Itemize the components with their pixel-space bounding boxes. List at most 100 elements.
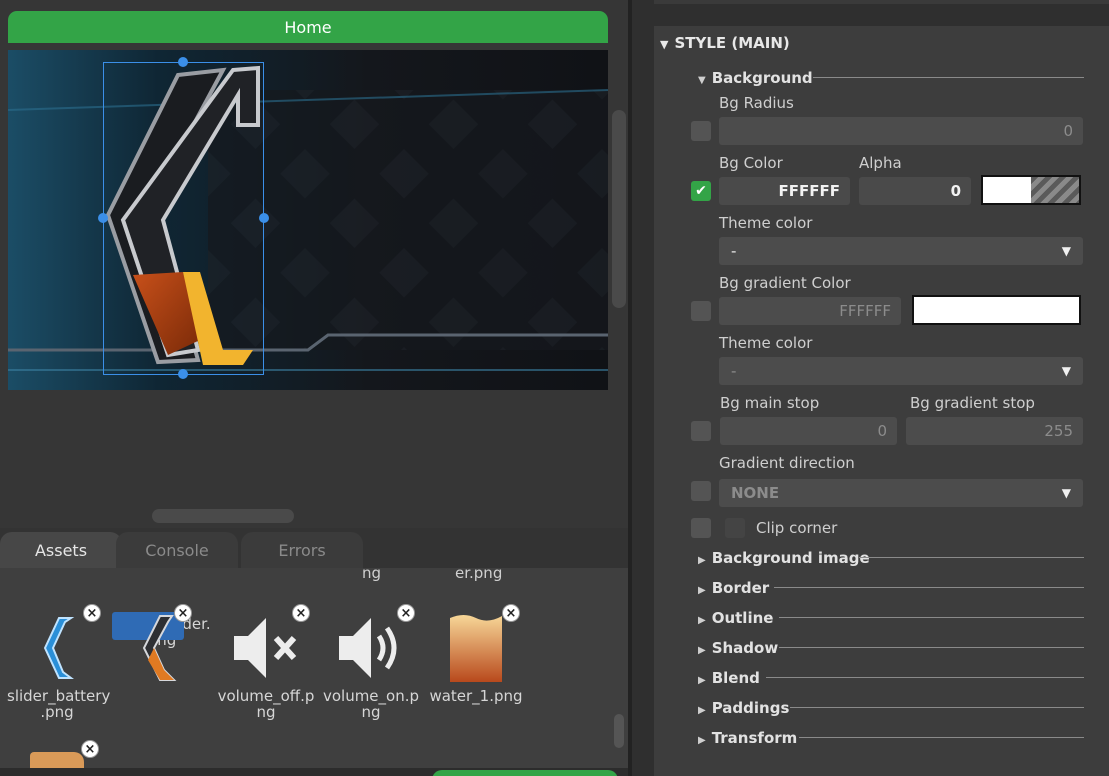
group-divider xyxy=(779,617,1084,618)
bg-radius-label: Bg Radius xyxy=(719,94,794,112)
background-group-header[interactable]: ▼ Background xyxy=(698,69,813,87)
triangle-right-icon: ▶ xyxy=(698,555,706,566)
add-asset-button[interactable] xyxy=(432,770,618,776)
group-divider xyxy=(779,647,1084,648)
shadow-group[interactable]: ▶ Shadow xyxy=(698,639,778,657)
triangle-right-icon: ▶ xyxy=(698,705,706,716)
style-main-header[interactable]: ▼ STYLE (MAIN) xyxy=(660,34,790,52)
bg-main-stop-label: Bg main stop xyxy=(720,394,820,412)
tab-console[interactable]: Console xyxy=(116,532,238,568)
theme-color-select[interactable]: - ▼ xyxy=(719,237,1083,265)
asset-item[interactable]: × slider_battery .png xyxy=(7,604,111,721)
screen-title-bar[interactable]: Home xyxy=(8,11,608,43)
remove-asset-button[interactable]: × xyxy=(83,604,101,622)
alpha-input[interactable]: 0 xyxy=(859,177,971,205)
assets-grid: ng er.png × slider_battery .png × speed_… xyxy=(0,568,628,768)
resize-handle-right[interactable] xyxy=(259,213,269,223)
asset-label: water_1.png xyxy=(429,687,523,705)
canvas-panel: Home Assets Console Errors ng er.png × s… xyxy=(0,0,628,776)
clip-corner-label: Clip corner xyxy=(756,519,838,537)
triangle-right-icon: ▶ xyxy=(698,735,706,746)
bg-gradient-checkbox[interactable] xyxy=(691,301,711,321)
screen-canvas[interactable] xyxy=(8,50,608,390)
asset-item[interactable]: × volume_off.p ng xyxy=(216,604,316,721)
bg-radius-checkbox[interactable] xyxy=(691,121,711,141)
theme-color-label-2: Theme color xyxy=(719,334,813,352)
selection-box[interactable] xyxy=(103,62,264,375)
gradient-direction-select[interactable]: NONE ▼ xyxy=(719,479,1083,507)
gradient-direction-label: Gradient direction xyxy=(719,454,855,472)
group-divider xyxy=(799,737,1084,738)
bg-gradient-color-swatch[interactable] xyxy=(912,295,1081,325)
water-thumbnail-partial[interactable] xyxy=(30,752,84,768)
alpha-label: Alpha xyxy=(859,154,902,172)
triangle-right-icon: ▶ xyxy=(698,585,706,596)
group-divider xyxy=(766,677,1084,678)
bg-gradient-color-label: Bg gradient Color xyxy=(719,274,851,292)
bg-main-stop-input[interactable]: 0 xyxy=(720,417,897,445)
triangle-down-icon: ▼ xyxy=(660,38,669,51)
volume-off-thumbnail: × xyxy=(230,604,310,684)
clip-corner-checkbox[interactable] xyxy=(691,518,711,538)
slider-battery-thumbnail: × xyxy=(21,604,101,684)
paddings-group[interactable]: ▶ Paddings xyxy=(698,699,789,717)
clip-corner-toggle[interactable] xyxy=(725,518,745,538)
asset-item[interactable]: × speed_slider. png xyxy=(112,604,212,681)
editor-window: Home Assets Console Errors ng er.png × s… xyxy=(0,0,1109,776)
remove-asset-button[interactable]: × xyxy=(174,604,192,622)
remove-asset-button[interactable]: × xyxy=(502,604,520,622)
water-thumbnail: × xyxy=(440,604,520,684)
dropdown-arrow-icon: ▼ xyxy=(1061,486,1071,500)
remove-asset-button[interactable]: × xyxy=(292,604,310,622)
bottom-tab-bar: Assets Console Errors xyxy=(0,528,628,568)
theme-color-label: Theme color xyxy=(719,214,813,232)
outline-group[interactable]: ▶ Outline xyxy=(698,609,773,627)
border-group[interactable]: ▶ Border xyxy=(698,579,769,597)
gradient-stop-checkbox[interactable] xyxy=(691,421,711,441)
asset-label-cut: er.png xyxy=(455,568,503,582)
asset-label-cut: ng xyxy=(362,568,382,582)
tab-assets[interactable]: Assets xyxy=(0,532,122,568)
bg-color-swatch[interactable] xyxy=(981,175,1081,205)
resize-handle-left[interactable] xyxy=(98,213,108,223)
gradient-direction-checkbox[interactable] xyxy=(691,481,711,501)
asset-label: volume_on.p ng xyxy=(322,687,420,721)
bg-color-label: Bg Color xyxy=(719,154,783,172)
bg-color-input[interactable]: FFFFFF xyxy=(719,177,850,205)
assets-scrollbar[interactable] xyxy=(614,714,624,748)
bg-gradient-stop-label: Bg gradient stop xyxy=(910,394,1035,412)
volume-on-thumbnail: × xyxy=(335,604,415,684)
properties-top-strip xyxy=(654,0,1109,4)
group-divider xyxy=(813,77,1084,78)
canvas-horizontal-scrollbar[interactable] xyxy=(152,509,294,523)
bg-radius-input[interactable]: 0 xyxy=(719,117,1083,145)
group-divider xyxy=(859,557,1084,558)
properties-panel: ▼ STYLE (MAIN) ▼ Background Bg Radius 0 Bg… xyxy=(632,0,1109,776)
bg-gradient-stop-input[interactable]: 255 xyxy=(906,417,1083,445)
triangle-right-icon: ▶ xyxy=(698,615,706,626)
transform-group[interactable]: ▶ Transform xyxy=(698,729,797,747)
asset-item[interactable]: × volume_on.p ng xyxy=(321,604,421,721)
triangle-down-icon: ▼ xyxy=(698,75,706,86)
background-image-group[interactable]: ▶ Background image xyxy=(698,549,870,567)
resize-handle-top[interactable] xyxy=(178,57,188,67)
asset-label: volume_off.p ng xyxy=(217,687,315,721)
triangle-right-icon: ▶ xyxy=(698,675,706,686)
blend-group[interactable]: ▶ Blend xyxy=(698,669,760,687)
speed-slider-thumbnail: × xyxy=(112,604,192,681)
bg-color-checkbox[interactable]: ✔ xyxy=(691,181,711,201)
remove-asset-button[interactable]: × xyxy=(397,604,415,622)
bg-gradient-color-input[interactable]: FFFFFF xyxy=(719,297,901,325)
remove-asset-button[interactable]: × xyxy=(81,740,99,758)
group-divider xyxy=(774,587,1084,588)
dropdown-arrow-icon: ▼ xyxy=(1061,244,1071,258)
dropdown-arrow-icon: ▼ xyxy=(1061,364,1071,378)
triangle-right-icon: ▶ xyxy=(698,645,706,656)
resize-handle-bottom[interactable] xyxy=(178,369,188,379)
canvas-vertical-scrollbar[interactable] xyxy=(612,110,626,308)
theme-color-select-2[interactable]: - ▼ xyxy=(719,357,1083,385)
tab-errors[interactable]: Errors xyxy=(241,532,363,568)
asset-item[interactable]: × water_1.png xyxy=(426,604,526,705)
asset-label: slider_battery .png xyxy=(7,687,111,721)
group-divider xyxy=(790,707,1084,708)
